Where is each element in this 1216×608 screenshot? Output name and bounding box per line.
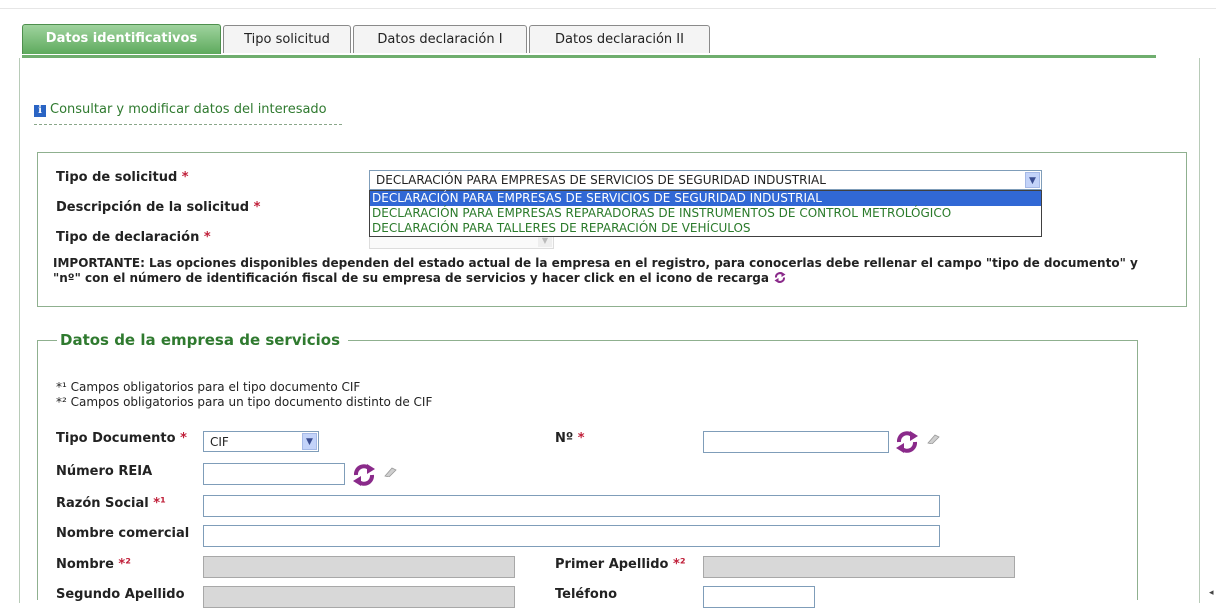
fieldset-border-right-top	[348, 340, 1138, 341]
telefono-label: Teléfono	[555, 587, 618, 602]
reload-icon[interactable]	[894, 429, 920, 455]
tipo-solicitud-dropdown: DECLARACIÓN PARA EMPRESAS DE SERVICIOS D…	[369, 190, 1042, 237]
primer-apellido-label: Primer Apellido *²	[555, 557, 686, 572]
chevron-down-icon[interactable]: ▼	[1025, 172, 1040, 188]
eraser-icon[interactable]	[926, 434, 940, 444]
segundo-apellido-input[interactable]	[203, 586, 515, 608]
tipo-solicitud-label: Tipo de solicitud *	[56, 170, 189, 185]
nombre-label: Nombre *²	[56, 557, 131, 572]
primer-apellido-input[interactable]	[703, 556, 1015, 578]
dropdown-option-control-metrologico[interactable]: DECLARACIÓN PARA EMPRESAS REPARADORAS DE…	[370, 206, 1041, 221]
consult-modify-link-text: Consultar y modificar datos del interesa…	[50, 102, 327, 117]
tipo-declaracion-label: Tipo de declaración *	[56, 230, 211, 245]
scrollbar-arrow-icon[interactable]: ◂	[1209, 588, 1216, 598]
link-underline	[34, 124, 342, 125]
important-notice-text: IMPORTANTE: Las opciones disponibles dep…	[53, 256, 1138, 285]
tipo-documento-selected-value: CIF	[210, 435, 229, 449]
tipo-solicitud-select[interactable]: DECLARACIÓN PARA EMPRESAS DE SERVICIOS D…	[369, 170, 1042, 190]
tab-datos-declaracion-2[interactable]: Datos declaración II	[529, 25, 710, 53]
nombre-comercial-input[interactable]	[203, 525, 940, 547]
consult-modify-link[interactable]: i Consultar y modificar datos del interes…	[34, 102, 327, 117]
telefono-input[interactable]	[703, 586, 815, 608]
note-cif: *¹ Campos obligatorios para el tipo docu…	[56, 380, 361, 394]
descripcion-solicitud-label: Descripción de la solicitud *	[56, 200, 261, 215]
fieldset-border-right	[1137, 340, 1138, 600]
numero-documento-input[interactable]	[703, 431, 889, 453]
nombre-comercial-label: Nombre comercial	[56, 526, 190, 541]
note-non-cif: *² Campos obligatorios para un tipo docu…	[56, 395, 433, 409]
tab-datos-declaracion-1[interactable]: Datos declaración I	[353, 25, 527, 53]
eraser-icon[interactable]	[383, 467, 397, 477]
tipo-solicitud-selected-value: DECLARACIÓN PARA EMPRESAS DE SERVICIOS D…	[376, 173, 826, 187]
numero-documento-label: Nº *	[555, 431, 585, 446]
company-section-title: Datos de la empresa de servicios	[58, 331, 343, 349]
chevron-down-icon[interactable]: ▼	[302, 433, 317, 450]
dropdown-option-seguridad-industrial[interactable]: DECLARACIÓN PARA EMPRESAS DE SERVICIOS D…	[370, 191, 1041, 206]
tab-datos-identificativos[interactable]: Datos identificativos	[22, 24, 221, 54]
fieldset-border-left-top	[37, 340, 57, 341]
dropdown-option-talleres-vehiculos[interactable]: DECLARACIÓN PARA TALLERES DE REPARACIÓN …	[370, 221, 1041, 236]
reload-icon[interactable]	[773, 271, 787, 284]
important-notice: IMPORTANTE: Las opciones disponibles dep…	[53, 256, 1143, 286]
razon-social-label: Razón Social *¹	[56, 496, 166, 511]
info-icon: i	[34, 105, 46, 117]
nombre-input[interactable]	[203, 556, 515, 578]
razon-social-input[interactable]	[203, 495, 940, 517]
top-divider	[0, 8, 1216, 9]
numero-reia-input[interactable]	[203, 463, 345, 485]
segundo-apellido-label: Segundo Apellido	[56, 587, 185, 602]
tipo-documento-select[interactable]: CIF ▼	[203, 431, 319, 452]
numero-reia-label: Número REIA	[56, 464, 153, 479]
tipo-documento-label: Tipo Documento *	[56, 431, 187, 446]
reload-icon[interactable]	[351, 462, 377, 488]
fieldset-border-left	[37, 340, 38, 600]
tab-tipo-solicitud[interactable]: Tipo solicitud	[223, 25, 351, 53]
